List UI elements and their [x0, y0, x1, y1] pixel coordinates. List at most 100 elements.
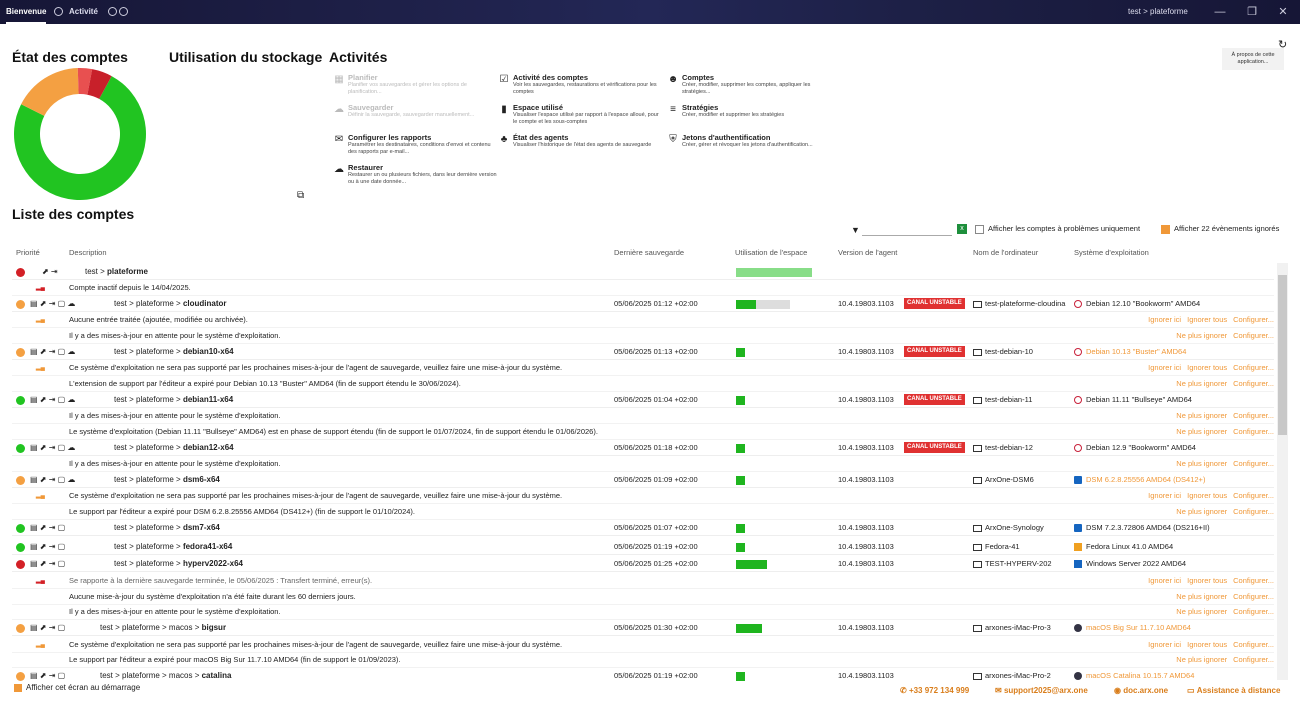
tab-bienvenue[interactable]: Bienvenue: [6, 0, 47, 24]
chart-icon[interactable]: ⬈ ⇥: [42, 266, 58, 278]
table-row[interactable]: ⬈ ⇥ test > plateforme: [12, 264, 1274, 280]
about-button[interactable]: À propos de cette application...: [1222, 48, 1284, 70]
row-actions-icon[interactable]: ▤ ⬈ ⇥ ▢: [30, 670, 65, 682]
users-icon: ☻: [667, 74, 679, 85]
no-ignore-link[interactable]: Ne plus ignorer: [1176, 507, 1227, 516]
status-dot: [16, 268, 25, 277]
usage-bar: [736, 476, 745, 485]
row-actions-icon[interactable]: ▤ ⬈ ⇥ ▢ ☁: [30, 346, 75, 358]
tab-close-icon[interactable]: [108, 7, 117, 16]
table-row[interactable]: ▤ ⬈ ⇥ ▢ test > plateforme > hyperv2022-x…: [12, 556, 1274, 572]
configure-link[interactable]: Configurer...: [1233, 491, 1274, 500]
row-actions-icon[interactable]: ▤ ⬈ ⇥ ▢ ☁: [30, 442, 75, 454]
ignore-link[interactable]: Ignorer ici: [1148, 315, 1181, 324]
usage-bar: [736, 543, 745, 552]
row-actions-icon[interactable]: ▤ ⬈ ⇥ ▢: [30, 558, 65, 570]
section-accounts-state: État des comptes: [12, 49, 128, 65]
ignore-all-link[interactable]: Ignorer tous: [1187, 363, 1227, 372]
row-actions-icon[interactable]: ▤ ⬈ ⇥ ▢: [30, 541, 65, 553]
no-ignore-link[interactable]: Ne plus ignorer: [1176, 427, 1227, 436]
accounts-state-donut[interactable]: [12, 66, 148, 202]
configure-link[interactable]: Configurer...: [1233, 640, 1274, 649]
phone-link[interactable]: ✆ +33 972 134 999: [900, 686, 969, 695]
row-actions-icon[interactable]: ▤ ⬈ ⇥ ▢ ☁: [30, 394, 75, 406]
checklist-icon: ☑: [499, 74, 509, 85]
configure-link[interactable]: Configurer...: [1233, 331, 1274, 340]
ignore-link[interactable]: Ignorer ici: [1148, 363, 1181, 372]
configure-link[interactable]: Configurer...: [1233, 655, 1274, 664]
configure-link[interactable]: Configurer...: [1233, 576, 1274, 585]
scrollbar-thumb[interactable]: [1278, 275, 1287, 435]
no-ignore-link[interactable]: Ne plus ignorer: [1176, 459, 1227, 468]
filter-icon: ▼: [851, 225, 860, 235]
row-actions-icon[interactable]: ▤ ⬈ ⇥ ▢ ☁: [30, 474, 75, 486]
tab-close-icon[interactable]: [119, 7, 128, 16]
ignore-link[interactable]: Ignorer ici: [1148, 576, 1181, 585]
problems-only-checkbox[interactable]: Afficher les comptes à problèmes uniquem…: [975, 224, 1140, 234]
section-storage: Utilisation du stockage: [169, 49, 323, 65]
configure-link[interactable]: Configurer...: [1233, 592, 1274, 601]
table-row[interactable]: ▤ ⬈ ⇥ ▢ ☁ test > plateforme > debian12-x…: [12, 440, 1274, 456]
bar-chart-icon: ▮: [501, 104, 507, 115]
table-row[interactable]: ▤ ⬈ ⇥ ▢ ☁ test > plateforme > debian11-x…: [12, 392, 1274, 408]
no-ignore-link[interactable]: Ne plus ignorer: [1176, 379, 1227, 388]
row-actions-icon[interactable]: ▤ ⬈ ⇥ ▢: [30, 522, 65, 534]
table-row[interactable]: ▤ ⬈ ⇥ ▢ ☁ test > plateforme > dsm6-x64 0…: [12, 472, 1274, 488]
tab-close-icon[interactable]: [54, 7, 63, 16]
col-espace[interactable]: Utilisation de l'espace: [735, 248, 807, 257]
configure-link[interactable]: Configurer...: [1233, 427, 1274, 436]
computer-icon: [973, 348, 982, 356]
show-ignored-checkbox[interactable]: Afficher 22 évènements ignorés: [1161, 224, 1279, 234]
table-row[interactable]: ▤ ⬈ ⇥ ▢ test > plateforme > macos > bigs…: [12, 620, 1274, 636]
table-row[interactable]: ▤ ⬈ ⇥ ▢ ☁ test > plateforme > cloudinato…: [12, 296, 1274, 312]
no-ignore-link[interactable]: Ne plus ignorer: [1176, 592, 1227, 601]
no-ignore-link[interactable]: Ne plus ignorer: [1176, 607, 1227, 616]
show-startup-checkbox[interactable]: Afficher cet écran au démarrage: [14, 683, 140, 692]
col-os[interactable]: Système d'exploitation: [1074, 248, 1149, 257]
signal-icon: ▂▄: [36, 317, 45, 323]
ignore-all-link[interactable]: Ignorer tous: [1187, 640, 1227, 649]
row-actions-icon[interactable]: ▤ ⬈ ⇥ ▢: [30, 622, 65, 634]
ignore-all-link[interactable]: Ignorer tous: [1187, 491, 1227, 500]
configure-link[interactable]: Configurer...: [1233, 607, 1274, 616]
col-version[interactable]: Version de l'agent: [838, 248, 897, 257]
remote-assistance-link[interactable]: ▭ Assistance à distance: [1187, 686, 1280, 695]
ignore-link[interactable]: Ignorer ici: [1148, 640, 1181, 649]
minimize-icon[interactable]: —: [1205, 0, 1235, 24]
email-link[interactable]: ✉ support2025@arx.one: [995, 686, 1088, 695]
row-actions-icon[interactable]: ▤ ⬈ ⇥ ▢ ☁: [30, 298, 75, 310]
ignore-all-link[interactable]: Ignorer tous: [1187, 576, 1227, 585]
mail-icon: ✉: [995, 686, 1002, 695]
table-row[interactable]: ▤ ⬈ ⇥ ▢ test > plateforme > dsm7-x64 05/…: [12, 520, 1274, 536]
filter-input[interactable]: [862, 222, 952, 236]
configure-link[interactable]: Configurer...: [1233, 411, 1274, 420]
ignore-link[interactable]: Ignorer ici: [1148, 491, 1181, 500]
open-external-icon[interactable]: ⧉: [297, 190, 304, 201]
tab-activite[interactable]: Activité: [69, 0, 98, 24]
debian-icon: [1074, 396, 1082, 405]
computer-icon: [973, 672, 982, 680]
excel-export-icon[interactable]: x: [957, 224, 967, 234]
maximize-icon[interactable]: ❐: [1237, 0, 1267, 24]
col-description[interactable]: Description: [69, 248, 107, 257]
no-ignore-link[interactable]: Ne plus ignorer: [1176, 411, 1227, 420]
table-row[interactable]: ▤ ⬈ ⇥ ▢ test > plateforme > fedora41-x64…: [12, 539, 1274, 555]
configure-link[interactable]: Configurer...: [1233, 315, 1274, 324]
no-ignore-link[interactable]: Ne plus ignorer: [1176, 655, 1227, 664]
table-row[interactable]: ▤ ⬈ ⇥ ▢ ☁ test > plateforme > debian10-x…: [12, 344, 1274, 360]
col-priorite[interactable]: Priorité: [16, 248, 40, 257]
ignore-all-link[interactable]: Ignorer tous: [1187, 315, 1227, 324]
table-row[interactable]: ▤ ⬈ ⇥ ▢ test > plateforme > macos > cata…: [12, 668, 1274, 684]
configure-link[interactable]: Configurer...: [1233, 363, 1274, 372]
unstable-badge: CANAL UNSTABLE: [904, 442, 965, 453]
agents-icon: ♣: [500, 134, 508, 145]
close-icon[interactable]: ✕: [1268, 0, 1298, 24]
col-derniere-sauvegarde[interactable]: Dernière sauvegarde: [614, 248, 684, 257]
col-ordinateur[interactable]: Nom de l'ordinateur: [973, 248, 1038, 257]
configure-link[interactable]: Configurer...: [1233, 507, 1274, 516]
doc-link[interactable]: ◉ doc.arx.one: [1114, 686, 1168, 695]
configure-link[interactable]: Configurer...: [1233, 459, 1274, 468]
status-dot: [16, 348, 25, 357]
no-ignore-link[interactable]: Ne plus ignorer: [1176, 331, 1227, 340]
configure-link[interactable]: Configurer...: [1233, 379, 1274, 388]
